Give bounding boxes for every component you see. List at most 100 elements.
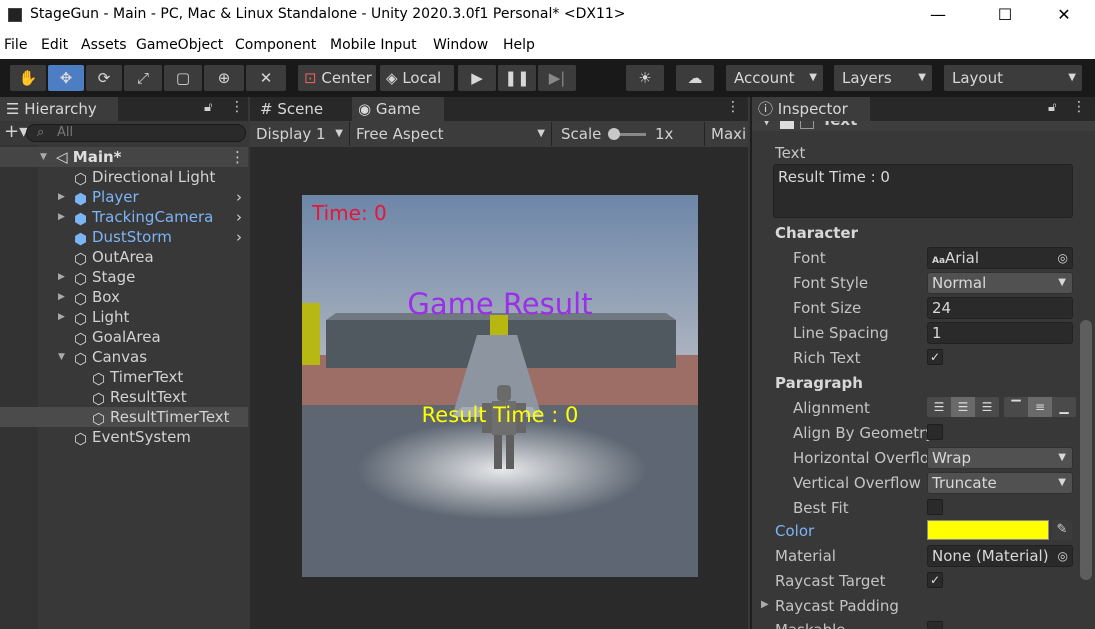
material-field[interactable]: None (Material) ◎: [927, 545, 1073, 567]
aspect-dropdown[interactable]: Free Aspect ▼: [352, 122, 552, 146]
tab-inspector[interactable]: ⓘ Inspector: [752, 97, 870, 121]
tree-item-light[interactable]: ▶ ⬡ Light: [0, 307, 248, 328]
layers-dropdown[interactable]: Layers ▼: [834, 65, 932, 91]
tree-item-eventsystem[interactable]: ⬡ EventSystem: [0, 427, 248, 448]
scale-slider-thumb[interactable]: [608, 128, 620, 140]
search-icon: ⌕: [37, 125, 45, 140]
vertical-overflow-dropdown[interactable]: Truncate ▼: [927, 472, 1073, 494]
tree-item-duststorm[interactable]: ⬢ DustStorm ›: [0, 227, 248, 248]
font-field[interactable]: AaArial ◎: [927, 247, 1073, 269]
align-top-icon[interactable]: ▔: [1004, 397, 1028, 417]
account-dropdown[interactable]: Account ▼: [726, 65, 823, 91]
menu-component[interactable]: Component: [235, 37, 316, 53]
tree-item-timertext[interactable]: ⬡ TimerText: [0, 367, 248, 388]
tree-item-goalarea[interactable]: ⬡ GoalArea: [0, 327, 248, 348]
collab-icon[interactable]: ☀: [626, 65, 664, 91]
menu-file[interactable]: File: [4, 37, 27, 53]
minimize-button[interactable]: —: [915, 0, 961, 32]
lock-icon[interactable]: 🔓︎: [1048, 100, 1056, 115]
fold-arrow-icon[interactable]: ▼: [762, 121, 771, 127]
lock-icon[interactable]: 🔓︎: [204, 100, 212, 115]
game-viewport[interactable]: Time: 0 Game Result Result Time : 0: [302, 195, 698, 577]
chevron-right-icon[interactable]: ›: [236, 187, 242, 207]
fold-arrow-icon[interactable]: ▶: [761, 599, 769, 610]
inspector-scrollbar[interactable]: [1080, 320, 1092, 580]
pivot-center-button[interactable]: ⊡ Center: [298, 65, 376, 91]
vertical-overflow-label: Vertical Overflow: [793, 474, 921, 492]
align-right-icon[interactable]: ☰: [975, 397, 999, 417]
font-size-input[interactable]: 24: [927, 297, 1073, 319]
chevron-right-icon[interactable]: ›: [236, 207, 242, 227]
menu-edit[interactable]: Edit: [41, 37, 68, 53]
eyedropper-icon[interactable]: ✎: [1052, 520, 1072, 540]
display-dropdown[interactable]: Display 1 ▼: [252, 122, 350, 146]
maximize-on-play-button[interactable]: Maxi: [704, 122, 748, 146]
tree-item-main-scene[interactable]: ▼ ◁ Main* ⋮: [0, 147, 248, 167]
object-picker-icon[interactable]: ◎: [1058, 546, 1068, 566]
scene-options-icon[interactable]: ⋮: [230, 147, 245, 167]
tree-item-label: Player: [92, 188, 139, 206]
gameobject-icon: ⬡: [74, 310, 88, 328]
layout-dropdown[interactable]: Layout ▼: [944, 65, 1082, 91]
raycast-target-checkbox[interactable]: ✓: [927, 572, 943, 588]
tree-item-label: OutArea: [92, 248, 154, 266]
close-button[interactable]: ✕: [1041, 0, 1087, 32]
align-by-geometry-checkbox[interactable]: [927, 424, 943, 440]
custom-tool-icon[interactable]: ✕: [246, 65, 286, 91]
cloud-icon[interactable]: ☁: [676, 65, 714, 91]
menu-gameobject[interactable]: GameObject: [136, 37, 223, 53]
align-left-icon[interactable]: ☰: [927, 397, 951, 417]
menu-help[interactable]: Help: [503, 37, 535, 53]
hierarchy-search-input[interactable]: ⌕ All: [26, 124, 246, 142]
tree-item-directional-light[interactable]: ⬡ Directional Light: [0, 167, 248, 188]
move-tool-icon[interactable]: ✥: [48, 65, 84, 91]
tree-item-trackingcamera[interactable]: ▶ ⬢ TrackingCamera ›: [0, 207, 248, 228]
rect-tool-icon[interactable]: ▢: [164, 65, 202, 91]
tree-item-outarea[interactable]: ⬡ OutArea: [0, 247, 248, 268]
tree-item-stage[interactable]: ▶ ⬡ Stage: [0, 267, 248, 288]
align-bottom-icon[interactable]: ▁: [1052, 397, 1076, 417]
chevron-right-icon[interactable]: ›: [236, 227, 242, 247]
paragraph-section-label: Paragraph: [775, 374, 863, 392]
maskable-checkbox[interactable]: [927, 621, 943, 629]
gameobject-icon: ⬡: [74, 170, 88, 188]
rich-text-checkbox[interactable]: ✓: [927, 349, 943, 365]
space-local-button[interactable]: ◈ Local: [380, 65, 454, 91]
more-options-icon[interactable]: ⋮: [726, 99, 740, 115]
font-style-dropdown[interactable]: Normal ▼: [927, 272, 1073, 294]
add-object-button[interactable]: +▾: [4, 121, 28, 143]
tree-item-player[interactable]: ▶ ⬢ Player ›: [0, 187, 248, 208]
hand-tool-icon[interactable]: ✋: [10, 65, 46, 91]
component-enabled-checkbox[interactable]: [800, 121, 814, 129]
tab-hierarchy[interactable]: ☰ Hierarchy: [0, 97, 118, 121]
more-options-icon[interactable]: ⋮: [1072, 99, 1086, 115]
tab-game[interactable]: ◉ Game: [352, 97, 444, 121]
tree-item-resulttext[interactable]: ⬡ ResultText: [0, 387, 248, 408]
best-fit-checkbox[interactable]: [927, 499, 943, 515]
maximize-button[interactable]: ☐: [982, 0, 1028, 32]
more-options-icon[interactable]: ⋮: [230, 99, 244, 115]
play-button[interactable]: ▶: [458, 65, 496, 91]
prefab-icon: ⬢: [74, 210, 88, 228]
transform-tool-icon[interactable]: ⊕: [204, 65, 244, 91]
tree-item-canvas[interactable]: ▼ ⬡ Canvas: [0, 347, 248, 368]
scale-tool-icon[interactable]: ⤢: [124, 65, 162, 91]
object-picker-icon[interactable]: ◎: [1058, 248, 1068, 268]
horizontal-overflow-dropdown[interactable]: Wrap ▼: [927, 447, 1073, 469]
tree-item-box[interactable]: ▶ ⬡ Box: [0, 287, 248, 308]
tree-item-label: Directional Light: [92, 168, 216, 186]
gameobject-icon: ⬡: [74, 330, 88, 348]
tab-scene[interactable]: # Scene: [254, 97, 346, 121]
text-area-input[interactable]: Result Time : 0: [773, 164, 1073, 218]
step-button[interactable]: ▶|: [538, 65, 576, 91]
line-spacing-input[interactable]: 1: [927, 322, 1073, 344]
align-center-icon[interactable]: ☰: [951, 397, 975, 417]
color-swatch[interactable]: [927, 520, 1049, 540]
align-middle-icon[interactable]: ≡: [1028, 397, 1052, 417]
pause-button[interactable]: ❚❚: [498, 65, 536, 91]
rotate-tool-icon[interactable]: ⟳: [86, 65, 122, 91]
menu-window[interactable]: Window: [433, 37, 488, 53]
menu-assets[interactable]: Assets: [81, 37, 127, 53]
tree-item-resulttimertext[interactable]: ⬡ ResultTimerText: [0, 407, 248, 428]
menu-mobile-input[interactable]: Mobile Input: [330, 37, 417, 53]
